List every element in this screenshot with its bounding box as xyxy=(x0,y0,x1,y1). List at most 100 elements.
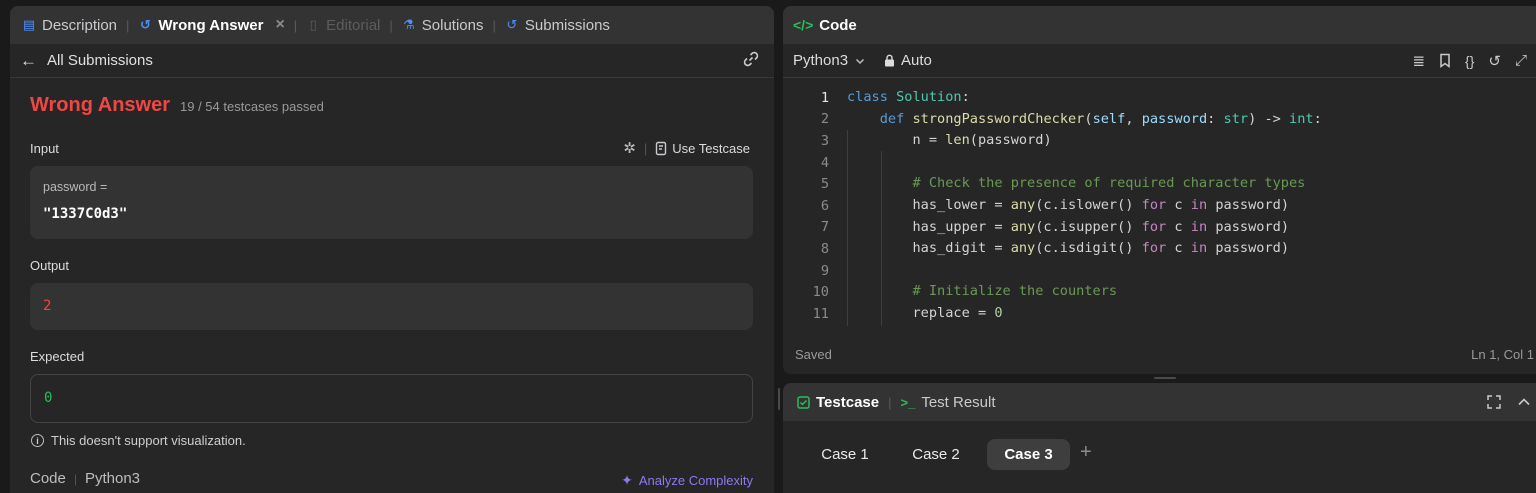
tab-separator: | xyxy=(492,17,496,33)
code-line: class Solution: xyxy=(847,89,970,105)
code-separator: | xyxy=(73,471,77,486)
tab-testcase[interactable]: Testcase xyxy=(797,394,879,411)
code-tab-label: Code xyxy=(819,16,857,34)
tab-separator: | xyxy=(888,394,892,410)
bookmark-icon[interactable] xyxy=(1439,53,1451,68)
expand-icon[interactable]: ⤢ xyxy=(1515,52,1527,69)
tab-separator: | xyxy=(293,17,298,33)
testcases-summary: 19 / 54 testcases passed xyxy=(180,99,324,114)
tab-editorial[interactable]: ▯ Editorial xyxy=(306,16,381,34)
code-line: # Check the presence of required charact… xyxy=(912,175,1306,192)
terminal-icon: >_ xyxy=(900,394,916,410)
tab-label: Wrong Answer xyxy=(158,16,264,34)
code-line: # Initialize the counters xyxy=(912,283,1118,300)
output-box: 2 xyxy=(30,283,753,330)
input-box: password = "1337C0d3" xyxy=(30,166,753,239)
line-number: 8 xyxy=(820,240,829,257)
debug-icon[interactable]: ✲ xyxy=(623,139,636,157)
expected-label: Expected xyxy=(30,349,85,364)
analyze-complexity-button[interactable]: ✦ Analyze Complexity xyxy=(621,472,753,489)
sparkle-icon: ✦ xyxy=(621,472,633,488)
auto-mode[interactable]: Auto xyxy=(884,52,932,69)
tab-label: Solutions xyxy=(421,16,484,34)
book-icon: ▯ xyxy=(309,17,317,32)
arrow-left-icon[interactable]: ← xyxy=(20,51,37,71)
input-variable-name: password = xyxy=(43,180,108,194)
case-3-tab[interactable]: Case 3 xyxy=(987,439,1070,470)
tab-label: Editorial xyxy=(326,16,381,34)
test-result-tab-label: Test Result xyxy=(921,393,996,411)
testcase-tabbar: Testcase | >_ Test Result xyxy=(783,383,1536,421)
code-icon: </> xyxy=(793,17,814,33)
submission-panel: ▤ Description | ↺ Wrong Answer × | ▯ Edi… xyxy=(10,6,774,493)
line-number: 1 xyxy=(820,89,829,106)
code-line: has_lower = any(c.islower() for c in pas… xyxy=(847,196,1289,213)
history-icon: ↺ xyxy=(506,17,518,32)
code-area[interactable]: 1 2 3 4 5 6 7 8 9 10 11 class Solution: … xyxy=(783,87,1536,327)
action-separator: | xyxy=(643,140,648,156)
code-line: has_upper = any(c.isupper() for c in pas… xyxy=(847,218,1289,235)
line-number: 7 xyxy=(820,219,829,236)
flask-icon: ⚗ xyxy=(402,17,415,32)
line-number: 11 xyxy=(812,305,829,322)
visualization-note-text: This doesn't support visualization. xyxy=(51,433,246,448)
code-editor-panel: </> Code Python3 Auto ≣ {} ↺ ⤢ 1 2 3 4 5… xyxy=(783,6,1536,374)
line-number: 2 xyxy=(820,111,829,128)
code-lang-row: Code | Python3 xyxy=(30,470,140,487)
code-line: replace = 0 xyxy=(847,304,1003,321)
add-case-button[interactable]: + xyxy=(1080,441,1092,464)
history-icon: ↺ xyxy=(139,17,151,32)
fullscreen-icon[interactable] xyxy=(1487,395,1501,409)
use-testcase-label: Use Testcase xyxy=(672,140,750,156)
expected-box: 0 xyxy=(30,374,753,423)
lock-icon xyxy=(885,54,895,67)
tab-separator: | xyxy=(126,17,130,33)
code-text: class Solution: def strongPasswordChecke… xyxy=(847,87,1322,325)
document-icon xyxy=(656,141,667,155)
input-value: "1337C0d3" xyxy=(43,206,128,222)
input-actions: ✲ | Use Testcase xyxy=(623,139,750,157)
auto-mode-label: Auto xyxy=(901,52,932,69)
tab-test-result[interactable]: >_ Test Result xyxy=(901,394,996,411)
result-header: Wrong Answer 19 / 54 testcases passed xyxy=(30,94,324,117)
resize-handle[interactable] xyxy=(1154,377,1176,379)
tab-wrong-answer[interactable]: ↺ Wrong Answer × xyxy=(138,16,285,34)
tab-label: Submissions xyxy=(524,16,610,34)
language-value: Python3 xyxy=(793,52,849,69)
editor-toolbar: Python3 Auto ≣ {} ↺ ⤢ xyxy=(783,44,1536,78)
reset-icon[interactable]: ↺ xyxy=(1488,52,1501,70)
language-select[interactable]: Python3 xyxy=(793,52,866,69)
checkbox-icon xyxy=(797,395,810,409)
chevron-down-icon xyxy=(856,58,865,64)
submission-subbar: ← All Submissions xyxy=(10,44,774,78)
editor-actions: ≣ {} ↺ ⤢ xyxy=(1412,52,1527,70)
analyze-complexity-label: Analyze Complexity xyxy=(638,473,753,488)
format-icon[interactable]: ≣ xyxy=(1412,52,1425,70)
testcase-panel: Testcase | >_ Test Result Case 1 Case 2 … xyxy=(783,383,1536,493)
result-status: Wrong Answer xyxy=(30,94,171,116)
tab-code[interactable]: </> Code xyxy=(793,17,857,34)
chevron-up-icon[interactable] xyxy=(1517,395,1531,409)
link-icon[interactable] xyxy=(742,50,760,72)
info-icon: i xyxy=(31,434,44,447)
vertical-resize-handle[interactable] xyxy=(778,388,780,410)
expected-value: 0 xyxy=(44,390,53,406)
case-2-tab[interactable]: Case 2 xyxy=(897,439,975,470)
tab-submissions[interactable]: ↺ Submissions xyxy=(505,17,610,34)
tab-solutions[interactable]: ⚗ Solutions xyxy=(402,17,484,34)
description-icon: ▤ xyxy=(22,17,36,32)
code-label: Code xyxy=(30,470,66,487)
tab-description[interactable]: ▤ Description xyxy=(22,17,117,34)
save-status: Saved xyxy=(795,347,832,362)
line-number: 4 xyxy=(820,154,829,171)
tab-separator: | xyxy=(389,17,393,33)
tab-label: Description xyxy=(42,16,118,34)
use-testcase-button[interactable]: Use Testcase xyxy=(655,141,750,156)
case-1-tab[interactable]: Case 1 xyxy=(807,439,883,470)
code-tabbar: </> Code xyxy=(783,6,1536,44)
close-icon[interactable]: × xyxy=(275,16,284,34)
all-submissions-link[interactable]: All Submissions xyxy=(47,52,153,69)
line-number: 3 xyxy=(820,132,829,149)
braces-icon[interactable]: {} xyxy=(1465,53,1474,69)
